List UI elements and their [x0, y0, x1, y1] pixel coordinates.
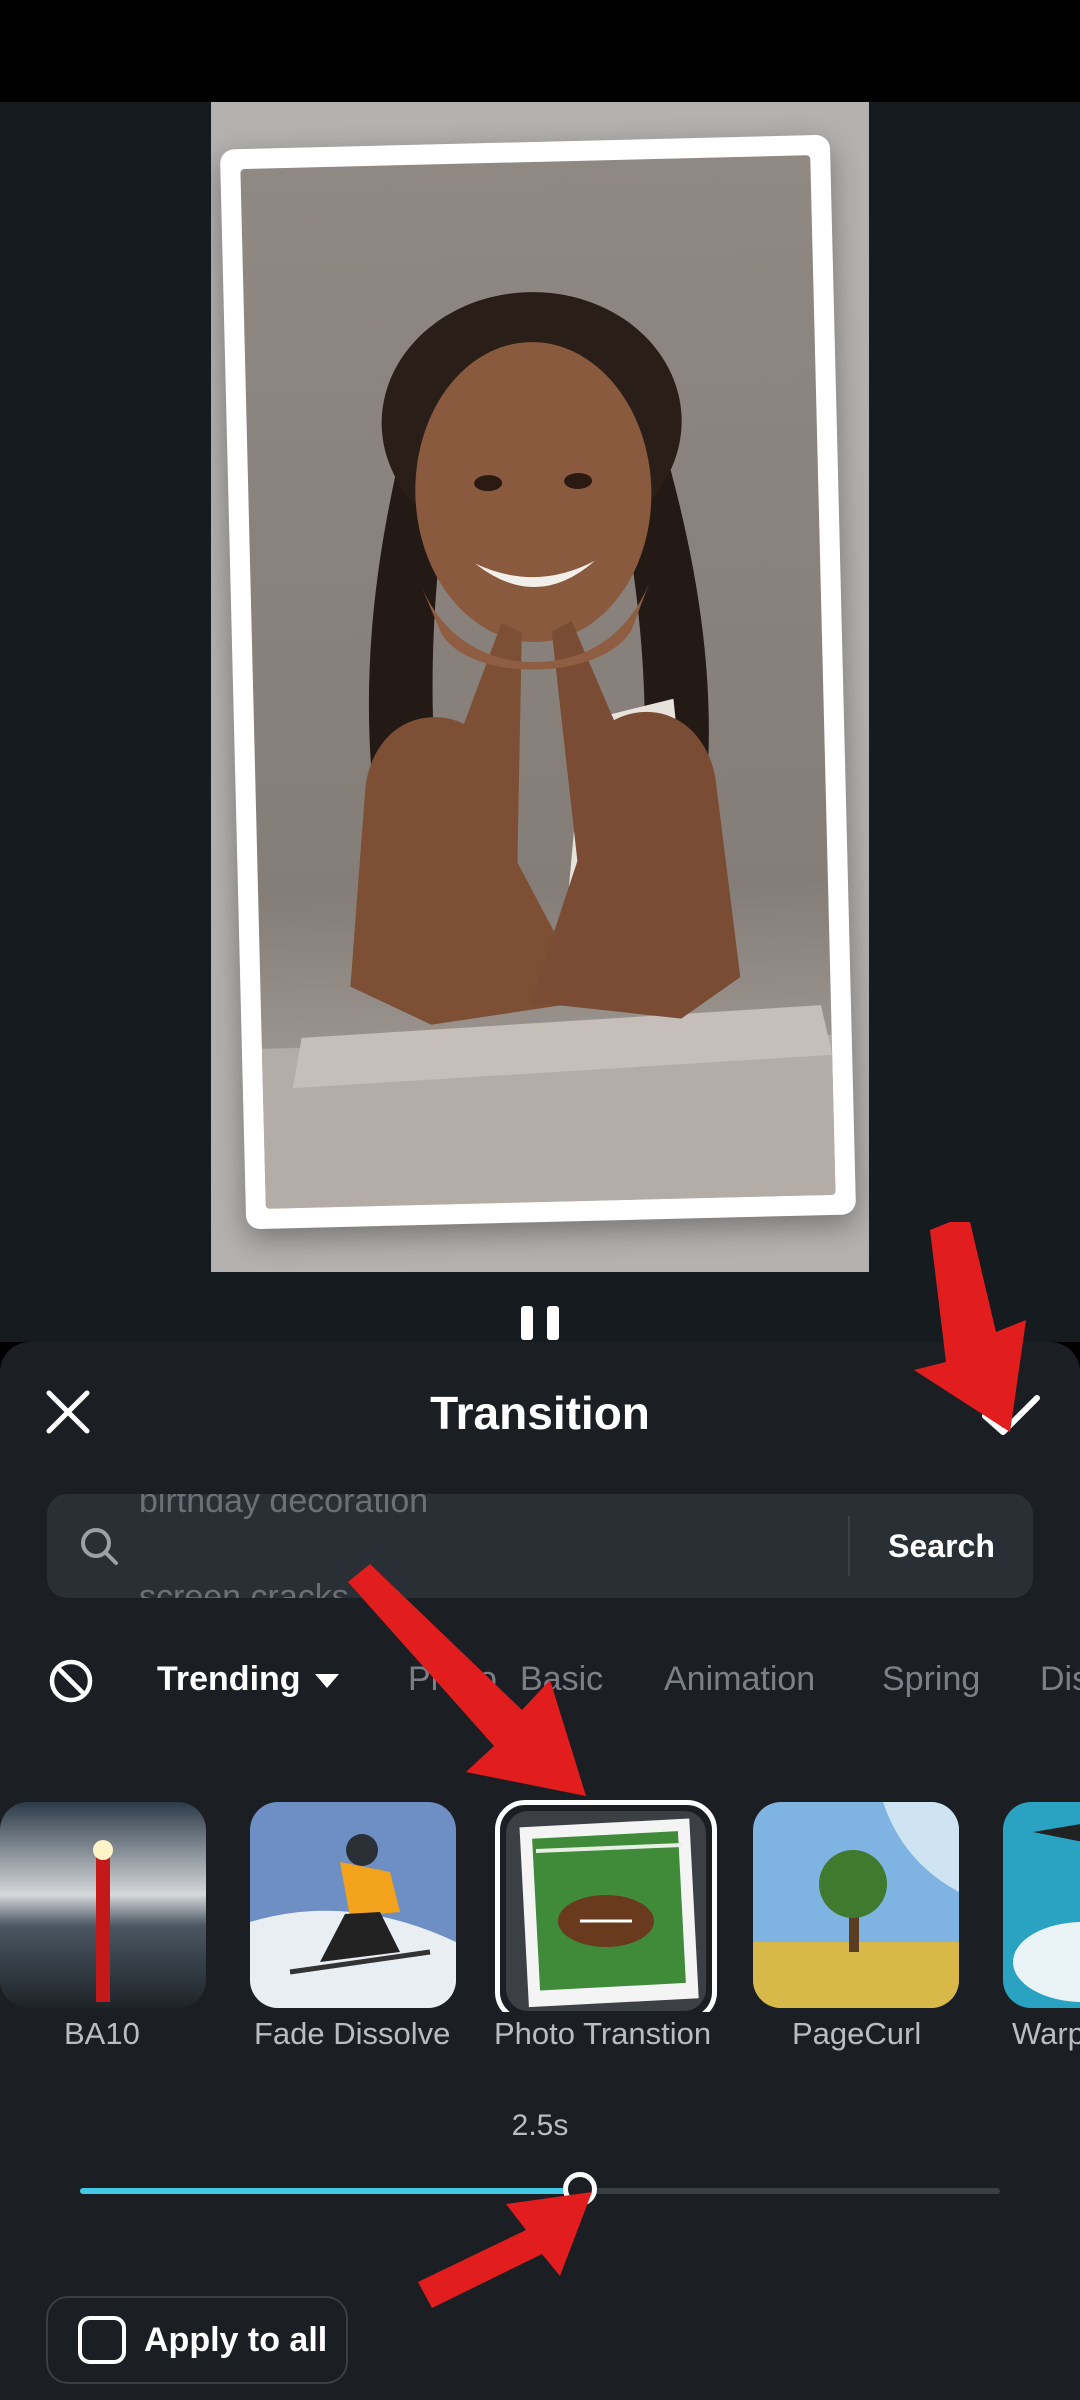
pause-icon[interactable] [515, 1306, 565, 1340]
slider-handle[interactable] [562, 2172, 597, 2206]
status-bar [0, 0, 1080, 102]
sheet-title: Transition [430, 1387, 650, 1439]
effect-thumbnail [753, 1802, 959, 2008]
search-bar[interactable]: birthday decoration screen cracks Search [47, 1494, 1033, 1598]
effect-label-pagecurl: PageCurl [792, 2016, 922, 2051]
tab-basic[interactable]: Basic [520, 1660, 603, 1699]
effect-label-fade-dissolve: Fade Dissolve [254, 2016, 451, 2051]
apply-to-all-button[interactable]: Apply to all [46, 2296, 348, 2384]
apply-to-all-label: Apply to all [144, 2320, 328, 2359]
woman-portrait-illustration [261, 292, 836, 1209]
checkmark-icon [982, 1395, 1040, 1435]
tab-spring[interactable]: Spring [882, 1660, 980, 1699]
transition-sheet: Transition birthday decoration screen cr… [0, 1342, 1080, 2400]
effect-label-ba10: BA10 [64, 2016, 140, 2051]
photo-frame [219, 134, 857, 1230]
video-preview[interactable] [211, 102, 869, 1272]
confirm-button[interactable] [976, 1380, 1046, 1450]
chevron-down-icon [314, 1674, 339, 1689]
effect-thumbnail [0, 1802, 206, 2008]
effect-label-photo-transition: Photo Transtion [494, 2016, 712, 2051]
category-tabs: Trending Photo Basic Animation Spring Di… [0, 1642, 1080, 1722]
effect-thumbnail [1003, 1802, 1080, 2008]
transition-effects-list [0, 1782, 1080, 2012]
duration-value: 2.5s [511, 2109, 569, 2142]
effect-thumbnail [250, 1802, 456, 2008]
duration-slider[interactable] [80, 2172, 1000, 2206]
apply-to-all-checkbox[interactable] [78, 2316, 126, 2364]
search-hint: screen cracks [139, 1578, 349, 1598]
search-hint: birthday decoration [139, 1494, 429, 1520]
preview-photo [240, 155, 836, 1209]
tab-dissolve[interactable]: Dissolve [1040, 1660, 1080, 1699]
preview-area [0, 102, 1080, 1342]
slider-fill [80, 2188, 580, 2194]
sheet-header: Transition [0, 1342, 1080, 1482]
tab-animation[interactable]: Animation [664, 1660, 815, 1699]
search-button[interactable]: Search [850, 1494, 1033, 1598]
tab-trending[interactable]: Trending [157, 1660, 339, 1699]
tab-photo[interactable]: Photo [408, 1660, 497, 1699]
tab-label: Trending [157, 1660, 301, 1698]
search-icon [81, 1528, 118, 1565]
effect-thumbnail-selected [495, 1800, 717, 2012]
none-circle-slash-icon[interactable] [46, 1656, 96, 1706]
effect-label-warp: Warp [1012, 2016, 1080, 2051]
